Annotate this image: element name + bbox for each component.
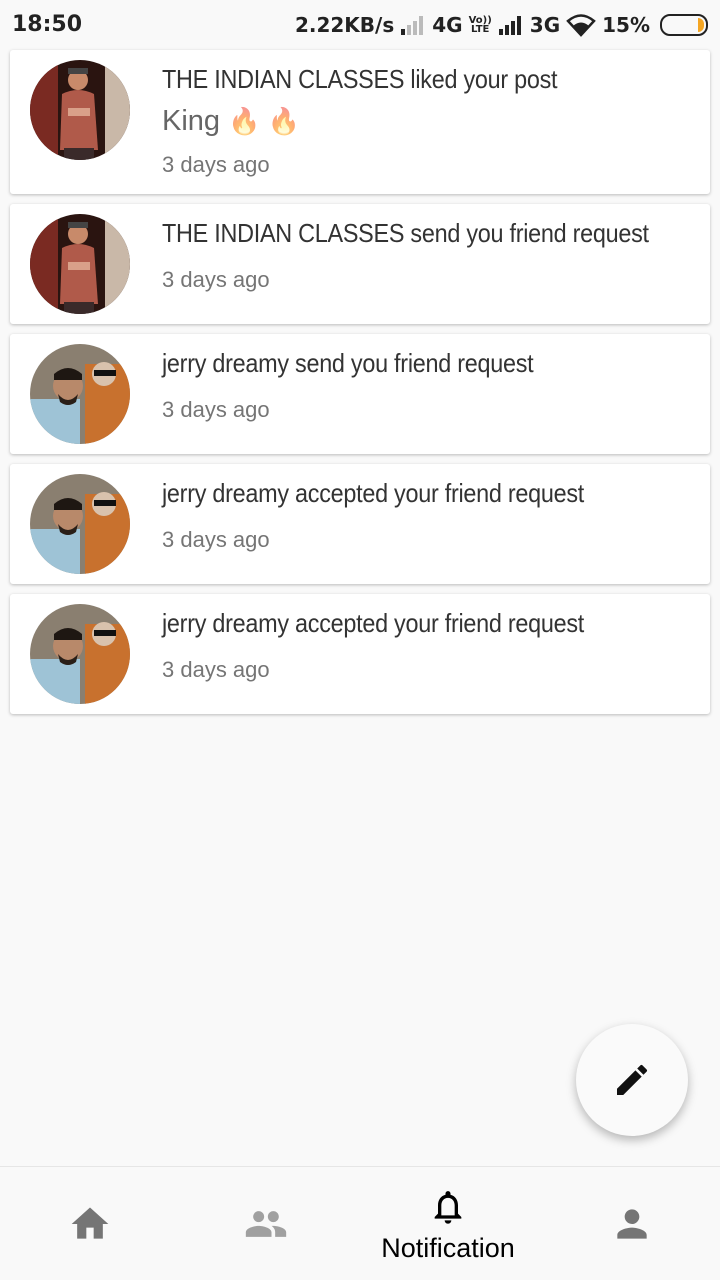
notification-content: jerry dreamy accepted your friend reques…: [162, 478, 690, 553]
avatar-user-a-image: [30, 214, 130, 314]
person-icon: [617, 1209, 647, 1239]
notification-time: 3 days ago: [162, 657, 270, 682]
battery-fill: [698, 18, 704, 32]
status-time: 18:50: [12, 12, 83, 37]
notification-time: 3 days ago: [162, 267, 270, 292]
nav-home[interactable]: [0, 1167, 180, 1280]
battery-icon: [660, 14, 708, 36]
volte-indicator: Vo)) LTE: [469, 16, 492, 35]
fire-emoji: 🔥 🔥: [228, 106, 301, 136]
nav-profile[interactable]: [542, 1167, 720, 1280]
notification-content: THE INDIAN CLASSES send you friend reque…: [162, 218, 690, 293]
notification-card[interactable]: jerry dreamy accepted your friend reques…: [10, 464, 710, 584]
notification-message: jerry dreamy accepted your friend reques…: [162, 608, 585, 638]
people-icon: [245, 1211, 287, 1237]
nav-notification[interactable]: Notification: [358, 1167, 538, 1280]
nav-friends[interactable]: [176, 1167, 356, 1280]
notification-message: THE INDIAN CLASSES send you friend reque…: [162, 218, 649, 248]
bottom-navigation: Notification: [0, 1166, 720, 1280]
pencil-icon: [617, 1064, 648, 1095]
notification-content: jerry dreamy accepted your friend reques…: [162, 608, 690, 683]
sim2-network-type: 3G: [529, 13, 561, 37]
status-indicators: 2.22KB/s 4G Vo)) LTE 3G 15%: [295, 12, 708, 38]
notification-list: THE INDIAN CLASSES liked your post King …: [10, 50, 710, 724]
notification-time: 3 days ago: [162, 397, 270, 422]
sim1-network-type: 4G: [432, 13, 463, 37]
status-bar: 18:50 2.22KB/s 4G Vo)) LTE 3G 15%: [0, 0, 720, 50]
notification-card[interactable]: THE INDIAN CLASSES liked your post King …: [10, 50, 710, 194]
avatar-user-b-image: [30, 344, 130, 444]
avatar[interactable]: [30, 604, 130, 704]
notification-card[interactable]: jerry dreamy send you friend request 3 d…: [10, 334, 710, 454]
bell-icon: [434, 1190, 462, 1224]
home-icon: [71, 1207, 109, 1239]
nav-notification-label: Notification: [381, 1232, 515, 1263]
notification-card[interactable]: THE INDIAN CLASSES send you friend reque…: [10, 204, 710, 324]
wifi-icon: [566, 14, 596, 37]
avatar-user-a-image: [30, 60, 130, 160]
post-preview-text: King: [162, 105, 221, 137]
avatar[interactable]: [30, 60, 130, 160]
notification-time: 3 days ago: [162, 152, 270, 177]
avatar[interactable]: [30, 344, 130, 444]
compose-button[interactable]: [576, 1024, 688, 1136]
network-speed: 2.22KB/s: [294, 13, 395, 37]
post-preview: King 🔥 🔥: [162, 105, 690, 138]
notification-card[interactable]: jerry dreamy accepted your friend reques…: [10, 594, 710, 714]
notification-message: jerry dreamy accepted your friend reques…: [162, 478, 585, 508]
notification-message: jerry dreamy send you friend request: [162, 348, 534, 378]
signal-weak-icon: [401, 16, 424, 35]
notification-content: THE INDIAN CLASSES liked your post King …: [162, 64, 690, 178]
notification-time: 3 days ago: [162, 527, 270, 552]
notification-content: jerry dreamy send you friend request 3 d…: [162, 348, 690, 423]
avatar-user-b-image: [30, 474, 130, 574]
avatar[interactable]: [30, 214, 130, 314]
avatar-user-b-image: [30, 604, 130, 704]
notification-message: THE INDIAN CLASSES liked your post: [162, 64, 558, 94]
signal-full-icon: [498, 16, 521, 35]
avatar[interactable]: [30, 474, 130, 574]
volte-bottom: LTE: [470, 24, 490, 35]
battery-percent: 15%: [602, 13, 650, 37]
